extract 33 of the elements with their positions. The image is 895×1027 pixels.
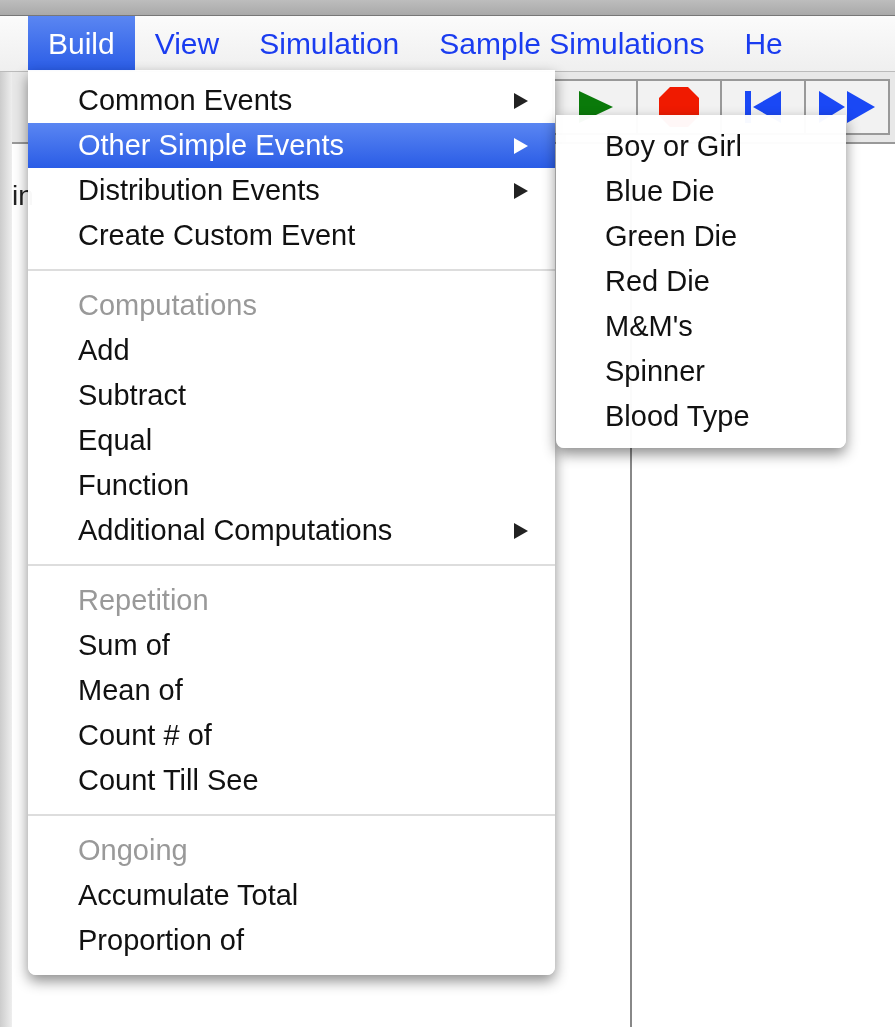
menu-item[interactable]: Proportion of bbox=[28, 918, 555, 963]
menu-section-header: Repetition bbox=[77, 583, 210, 618]
menu-item[interactable]: Sum of bbox=[28, 623, 555, 668]
menu-item[interactable]: Other Simple Events bbox=[28, 123, 555, 168]
menu-bar-item[interactable]: Simulation bbox=[239, 16, 420, 71]
menu-item[interactable]: Common Events bbox=[28, 78, 555, 123]
menu-item[interactable]: Add bbox=[28, 328, 555, 373]
menu-item[interactable]: Accumulate Total bbox=[28, 873, 555, 918]
menu-item[interactable]: Mean of bbox=[28, 668, 555, 713]
menu-item[interactable]: Green Die bbox=[556, 214, 846, 259]
submenu-arrow-icon bbox=[513, 521, 529, 540]
menu-bar-item[interactable]: Build bbox=[28, 16, 135, 71]
menu-bar-item[interactable]: He bbox=[724, 16, 803, 71]
menu-section-header: Computations bbox=[77, 288, 258, 323]
menu-item[interactable]: Equal bbox=[28, 418, 555, 463]
menu-section-header: Ongoing bbox=[77, 833, 189, 868]
menu-item[interactable]: Function bbox=[28, 463, 555, 508]
menu-bar-item[interactable]: View bbox=[134, 16, 240, 71]
menu-item[interactable]: Additional Computations bbox=[28, 508, 555, 553]
menu-item[interactable]: Create Custom Event bbox=[28, 213, 555, 258]
menu-item[interactable]: Subtract bbox=[28, 373, 555, 418]
menu-item[interactable]: Spinner bbox=[556, 349, 846, 394]
menu-item[interactable]: Blood Type bbox=[556, 394, 846, 439]
menu-item[interactable]: Blue Die bbox=[556, 169, 846, 214]
submenu-arrow-icon bbox=[513, 91, 529, 110]
menu-item[interactable]: Count Till See bbox=[28, 758, 555, 803]
submenu-arrow-icon bbox=[513, 136, 529, 155]
menu-item[interactable]: Boy or Girl bbox=[556, 124, 846, 169]
menu-item[interactable]: Red Die bbox=[556, 259, 846, 304]
menu-item[interactable]: M&M's bbox=[556, 304, 846, 349]
submenu-arrow-icon bbox=[513, 181, 529, 200]
menu-item[interactable]: Count # of bbox=[28, 713, 555, 758]
menu-bar-item[interactable]: Sample Simulations bbox=[419, 16, 725, 71]
